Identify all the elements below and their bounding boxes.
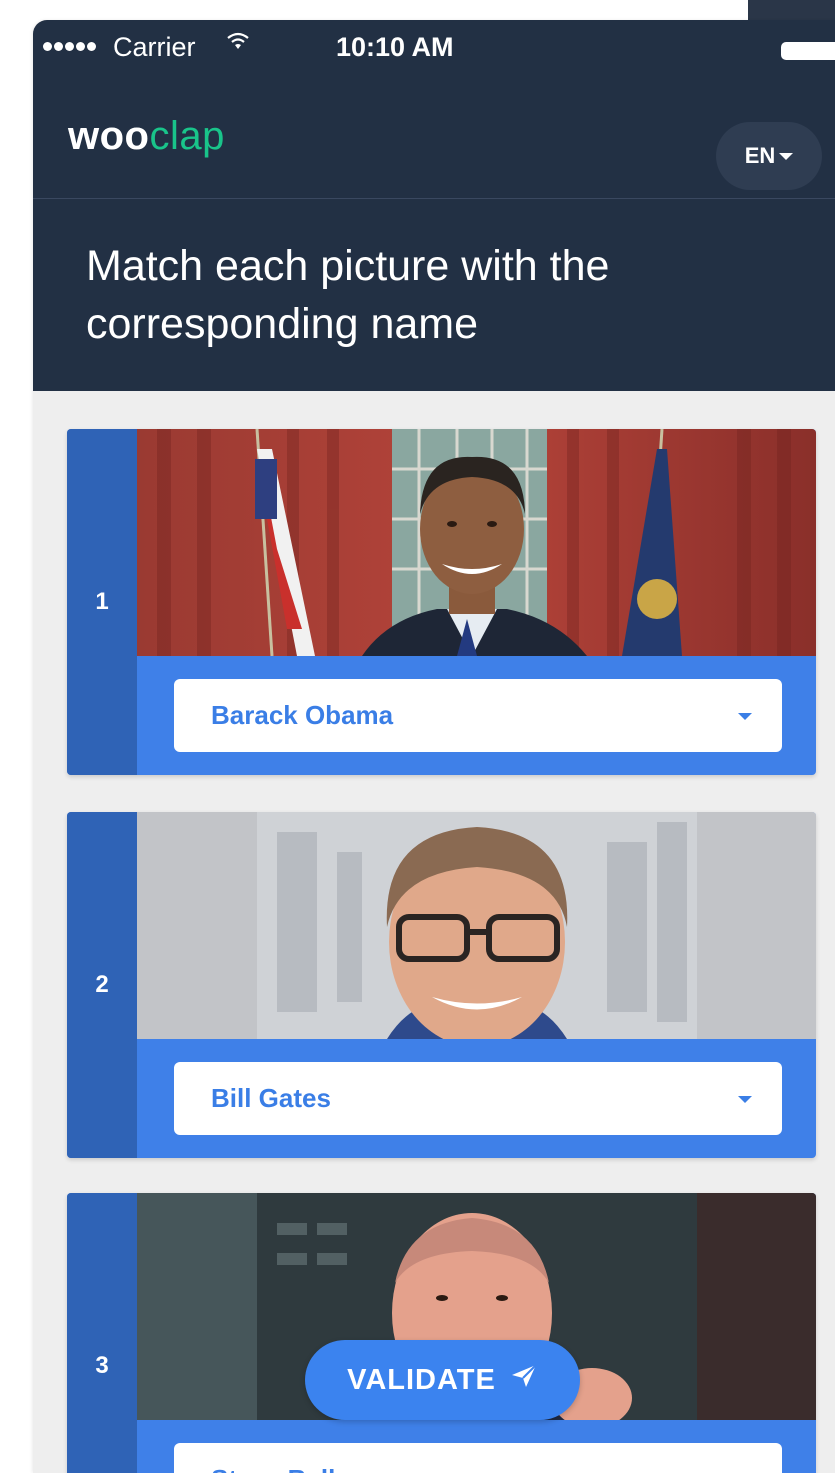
match-card-2: 2 Bill Gates: [67, 812, 816, 1158]
selected-name: Barack Obama: [211, 700, 394, 730]
device-frame: [748, 0, 835, 22]
wooclap-logo: wooclap: [68, 114, 225, 159]
battery-icon: [781, 42, 835, 60]
send-icon: [510, 1363, 538, 1397]
logo-part-clap: clap: [149, 114, 225, 158]
selected-name: Bill Gates: [211, 1083, 331, 1113]
question-panel: Match each picture with the correspondin…: [33, 199, 835, 391]
phone-screen: Carrier 10:10 AM wooclap EN Match each p…: [33, 20, 835, 1473]
validate-button[interactable]: VALIDATE: [305, 1340, 580, 1420]
logo-part-woo: woo: [68, 114, 150, 158]
app-header: wooclap EN: [33, 76, 835, 199]
chevron-down-icon: [738, 713, 752, 720]
validate-label: VALIDATE: [347, 1363, 496, 1396]
status-bar: Carrier 10:10 AM: [33, 20, 835, 76]
language-label: EN: [744, 143, 776, 168]
status-time: 10:10 AM: [336, 32, 454, 62]
chevron-down-icon: [738, 1096, 752, 1103]
match-card-1: 1 Barack Obama: [67, 429, 816, 775]
carrier-label: Carrier: [113, 32, 196, 62]
card-number: 1: [67, 429, 137, 775]
chevron-down-icon: [779, 152, 794, 160]
wifi-icon: [225, 28, 251, 61]
name-select-3[interactable]: Steve Ballmer: [174, 1443, 782, 1473]
portrait-image-2: [137, 812, 816, 1039]
portrait-image-1: [137, 429, 816, 656]
card-number: 3: [67, 1193, 137, 1473]
card-number: 2: [67, 812, 137, 1158]
match-card-3: 3 Stev: [67, 1193, 816, 1473]
selected-name: Steve Ballmer: [211, 1464, 383, 1473]
language-dropdown[interactable]: EN: [716, 122, 822, 190]
name-select-1[interactable]: Barack Obama: [174, 679, 782, 752]
signal-dots-icon: [43, 42, 96, 51]
question-text: Match each picture with the correspondin…: [86, 242, 610, 348]
name-select-2[interactable]: Bill Gates: [174, 1062, 782, 1135]
